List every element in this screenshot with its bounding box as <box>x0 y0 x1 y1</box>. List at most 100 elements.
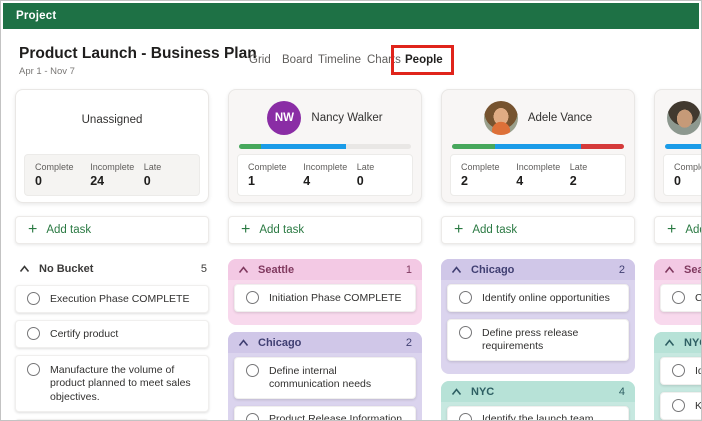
progress-complete-segment <box>239 144 261 149</box>
tab-grid[interactable]: Grid <box>249 54 271 66</box>
bucket-nyc: NYC 4 Identify the launch team <box>441 381 635 421</box>
stats-strip: Complete 0 Incomplete 24 Late 0 <box>24 154 200 196</box>
bucket-list: No Bucket 5 Execution Phase COMPLETE Cer… <box>15 259 209 421</box>
plus-icon: + <box>28 222 37 238</box>
stat-complete: Complete 1 <box>248 162 303 195</box>
bucket-seattle: Seattle Create <box>654 259 702 325</box>
bucket-count: 4 <box>619 386 625 398</box>
stats-strip: Complete 1 Incomplete 4 Late 0 <box>237 154 413 196</box>
progress-bar <box>452 144 624 149</box>
task-card[interactable]: Identif <box>660 357 702 385</box>
bucket-chicago: Chicago 2 Define internal communication … <box>228 332 422 421</box>
avatar-photo <box>667 101 701 135</box>
task-complete-circle-icon[interactable] <box>246 364 259 377</box>
stat-complete: Complete 0 <box>35 162 90 195</box>
stat-late: Late 0 <box>357 162 412 195</box>
bucket-chicago: Chicago 2 Identify online opportunities … <box>441 259 635 374</box>
person-column-nancy-walker: NW Nancy Walker Complete 1 Incomplete 4 … <box>228 89 422 421</box>
task-card[interactable]: Identify the launch team <box>447 406 629 421</box>
task-card[interactable]: Define press release requirements <box>447 319 629 361</box>
progress-incomplete-segment <box>261 144 345 149</box>
bucket-list: Seattle Create NYC Identif <box>654 259 702 421</box>
task-complete-circle-icon[interactable] <box>27 292 40 305</box>
chevron-up-icon <box>664 266 675 274</box>
bucket-header[interactable]: NYC 4 <box>441 381 635 402</box>
chevron-up-icon <box>451 388 462 396</box>
stats-strip: Complete 0 Incomplete Late <box>663 154 702 196</box>
person-name: Adele Vance <box>528 112 592 124</box>
add-task-button[interactable]: + Add task <box>15 216 209 244</box>
avatar-photo <box>484 101 518 135</box>
task-complete-circle-icon[interactable] <box>246 413 259 421</box>
progress-incomplete-segment <box>495 144 581 149</box>
person-card: NW Nancy Walker Complete 1 Incomplete 4 … <box>228 89 422 203</box>
task-card[interactable]: Certify product <box>15 320 209 348</box>
person-header: NW Nancy Walker <box>229 101 421 135</box>
task-card[interactable]: Initiation Phase COMPLETE <box>234 284 416 312</box>
task-complete-circle-icon[interactable] <box>27 363 40 376</box>
app-title: Project <box>16 10 56 22</box>
person-card: Unassigned Complete 0 Incomplete 24 Late… <box>15 89 209 203</box>
chevron-up-icon <box>19 265 30 273</box>
task-card[interactable]: Kickof <box>660 392 702 420</box>
bucket-list: Chicago 2 Identify online opportunities … <box>441 259 635 421</box>
tab-timeline[interactable]: Timeline <box>318 54 361 66</box>
person-column-unassigned: Unassigned Complete 0 Incomplete 24 Late… <box>15 89 209 421</box>
stat-incomplete: Incomplete 4 <box>516 162 570 195</box>
bucket-no-bucket: No Bucket 5 Execution Phase COMPLETE Cer… <box>15 261 209 421</box>
task-complete-circle-icon[interactable] <box>672 291 685 304</box>
plus-icon: + <box>241 222 250 238</box>
task-card[interactable]: Execution Phase COMPLETE <box>15 285 209 313</box>
progress-complete-segment <box>452 144 495 149</box>
task-card[interactable]: Create <box>660 284 702 312</box>
tab-board[interactable]: Board <box>282 54 313 66</box>
person-card: Complete 0 Incomplete Late <box>654 89 702 203</box>
task-complete-circle-icon[interactable] <box>246 291 259 304</box>
chevron-up-icon <box>238 339 249 347</box>
bucket-header[interactable]: Chicago 2 <box>228 332 422 353</box>
annotation-highlight-box <box>391 45 454 75</box>
bucket-header[interactable]: NYC <box>654 332 702 353</box>
bucket-seattle: Seattle 1 Initiation Phase COMPLETE <box>228 259 422 325</box>
progress-bar <box>239 144 411 149</box>
plus-icon: + <box>667 222 676 238</box>
task-complete-circle-icon[interactable] <box>27 327 40 340</box>
chevron-up-icon <box>238 266 249 274</box>
bucket-header[interactable]: Chicago 2 <box>441 259 635 280</box>
task-card[interactable]: Product Release Information <box>234 406 416 421</box>
task-card[interactable]: Identify online opportunities <box>447 284 629 312</box>
add-task-button[interactable]: + Add task <box>228 216 422 244</box>
bucket-header[interactable]: Seattle 1 <box>228 259 422 280</box>
add-task-button[interactable]: + Add task <box>441 216 635 244</box>
person-header: Adele Vance <box>442 101 634 135</box>
task-complete-circle-icon[interactable] <box>459 326 472 339</box>
bucket-list: Seattle 1 Initiation Phase COMPLETE Chic… <box>228 259 422 421</box>
bucket-count: 2 <box>406 337 412 349</box>
person-column-adele-vance: Adele Vance Complete 2 Incomplete 4 Late <box>441 89 635 421</box>
chevron-up-icon <box>664 339 675 347</box>
stat-complete: Complete 0 <box>674 162 702 195</box>
app-titlebar: Project <box>3 3 699 29</box>
bucket-header[interactable]: No Bucket 5 <box>15 261 209 277</box>
progress-late-segment <box>581 144 624 149</box>
task-complete-circle-icon[interactable] <box>459 291 472 304</box>
bucket-header[interactable]: Seattle <box>654 259 702 280</box>
task-card[interactable]: Manufacture the volume of product planne… <box>15 355 209 412</box>
task-complete-circle-icon[interactable] <box>672 399 685 412</box>
task-complete-circle-icon[interactable] <box>459 413 472 421</box>
stat-complete: Complete 2 <box>461 162 516 195</box>
add-task-button[interactable]: + Add task <box>654 216 702 244</box>
stat-late: Late 2 <box>570 162 625 195</box>
task-complete-circle-icon[interactable] <box>672 364 685 377</box>
person-name: Unassigned <box>16 114 208 126</box>
progress-incomplete-segment <box>665 144 702 149</box>
stats-strip: Complete 2 Incomplete 4 Late 2 <box>450 154 626 196</box>
bucket-count: 1 <box>406 264 412 276</box>
stat-late: Late 0 <box>144 162 199 195</box>
progress-bar <box>665 144 702 149</box>
app-window: Project Product Launch - Business Plan A… <box>0 0 702 421</box>
task-card[interactable]: Define internal communication needs <box>234 357 416 399</box>
person-card: Adele Vance Complete 2 Incomplete 4 Late <box>441 89 635 203</box>
chevron-up-icon <box>451 266 462 274</box>
stat-incomplete: Incomplete 4 <box>303 162 357 195</box>
